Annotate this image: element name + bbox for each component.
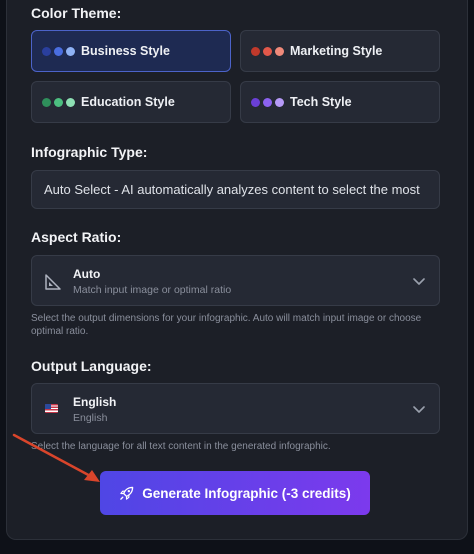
generate-button-label: Generate Infographic (-3 credits) <box>142 485 351 501</box>
palette-dot <box>54 97 63 107</box>
aspect-ratio-help: Select the output dimensions for your in… <box>31 313 422 337</box>
palette-dot <box>54 46 63 56</box>
theme-option-label: Business Style <box>81 44 170 58</box>
theme-option-label: Tech Style <box>290 95 352 109</box>
theme-option-label: Education Style <box>81 95 175 109</box>
infographic-type-label: Infographic Type: <box>31 144 148 160</box>
palette-dot <box>42 97 51 107</box>
palette-dots <box>251 46 284 56</box>
aspect-ratio-description: Match input image or optimal ratio <box>73 284 232 296</box>
aspect-ratio-label: Aspect Ratio: <box>31 229 122 245</box>
set-square-icon <box>45 274 61 290</box>
palette-dot <box>275 46 284 56</box>
palette-dot <box>275 97 284 107</box>
red-arrow-annotation <box>12 433 100 482</box>
theme-option-marketing[interactable]: Marketing Style <box>240 30 440 72</box>
theme-option-education[interactable]: Education Style <box>31 81 231 123</box>
palette-dot <box>263 46 272 56</box>
color-theme-label: Color Theme: <box>31 5 122 21</box>
infographic-type-select[interactable]: Auto Select - AI automatically analyzes … <box>31 170 440 209</box>
us-flag-icon <box>45 404 58 413</box>
chevron-down-icon <box>413 278 425 285</box>
rocket-icon <box>120 486 134 500</box>
palette-dot <box>263 97 272 107</box>
palette-dot <box>251 97 260 107</box>
aspect-ratio-value: Auto <box>73 267 101 281</box>
output-language-select[interactable]: English English <box>31 383 440 434</box>
theme-option-business[interactable]: Business Style <box>31 30 231 72</box>
palette-dot <box>42 46 51 56</box>
palette-dots <box>42 97 75 107</box>
generate-infographic-button[interactable]: Generate Infographic (-3 credits) <box>100 471 370 515</box>
palette-dot <box>66 97 75 107</box>
theme-option-tech[interactable]: Tech Style <box>240 81 440 123</box>
palette-dots <box>42 46 75 56</box>
output-language-label: Output Language: <box>31 358 152 374</box>
palette-dots <box>251 97 284 107</box>
palette-dot <box>66 46 75 56</box>
chevron-down-icon <box>413 406 425 413</box>
output-language-native: English <box>73 412 108 424</box>
output-language-value: English <box>73 395 117 409</box>
infographic-type-value: Auto Select - AI automatically analyzes … <box>44 182 420 197</box>
aspect-ratio-select[interactable]: Auto Match input image or optimal ratio <box>31 255 440 306</box>
theme-option-label: Marketing Style <box>290 44 383 58</box>
palette-dot <box>251 46 260 56</box>
